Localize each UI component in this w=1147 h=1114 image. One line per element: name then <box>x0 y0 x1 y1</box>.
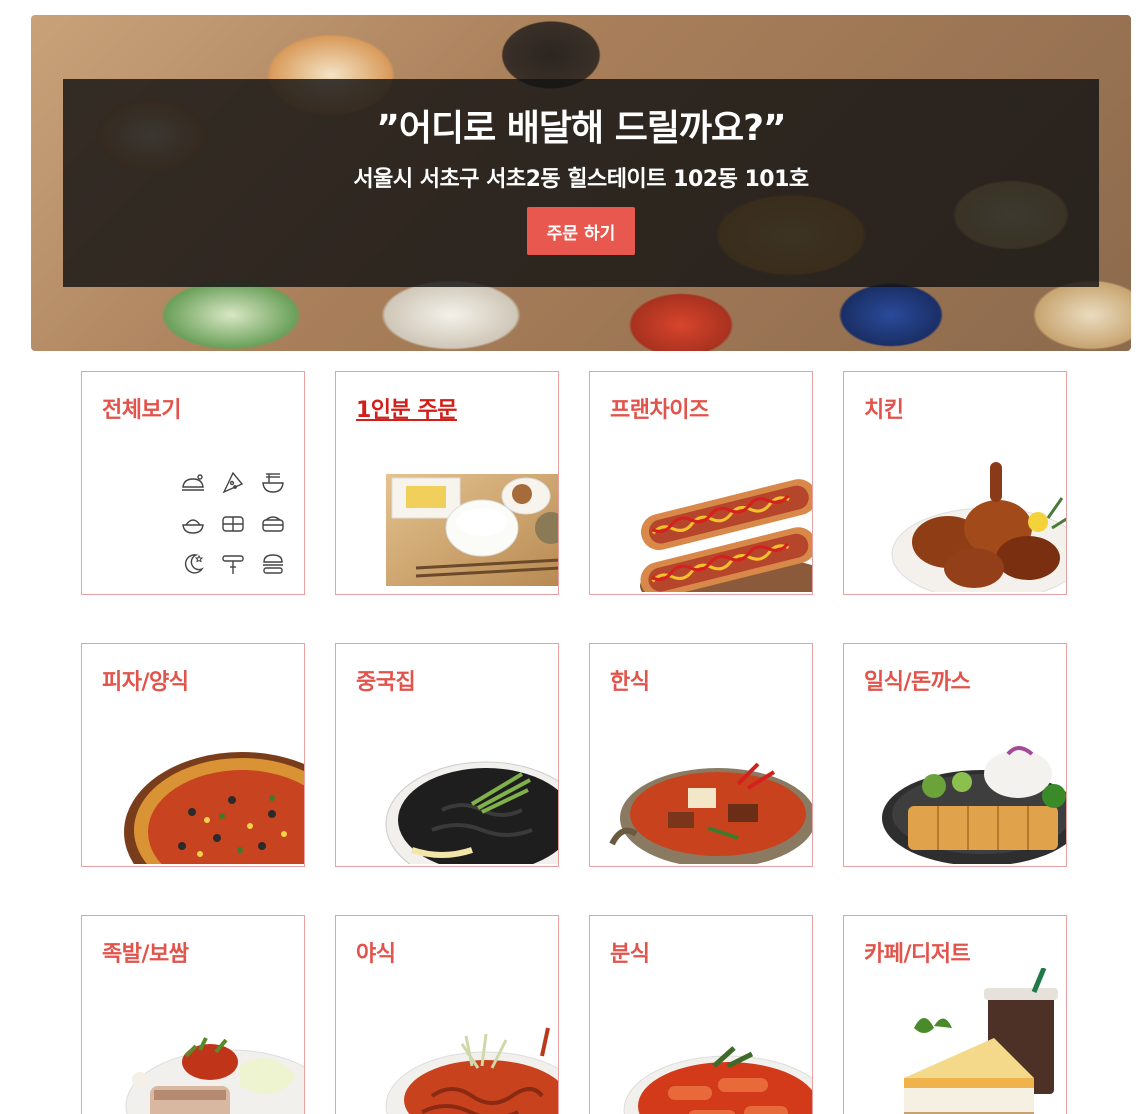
category-card-pizza[interactable]: 피자/양식 <box>81 643 305 867</box>
hero-banner: ”어디로 배달해 드릴까요?” 서울시 서초구 서초2동 힐스테이트 102동 … <box>31 15 1131 351</box>
category-card-korean[interactable]: 한식 <box>589 643 813 867</box>
hero-title: ”어디로 배달해 드릴까요?” <box>376 108 786 149</box>
rice-bowl-icon <box>180 511 206 537</box>
jjajangmyeon-image <box>385 761 558 864</box>
category-card-cafe[interactable]: 카페/디저트 <box>843 915 1067 1114</box>
category-card-snack[interactable]: 분식 <box>589 915 813 1114</box>
hotdog-image <box>640 479 812 592</box>
pizza-image <box>124 752 304 864</box>
category-label: 일식/돈까스 <box>864 670 971 695</box>
category-icon-grid <box>180 470 290 580</box>
bossam-image <box>125 1037 304 1114</box>
category-label: 치킨 <box>864 398 904 423</box>
sushi-icon <box>260 511 286 537</box>
korean-set-meal-image <box>386 474 558 586</box>
category-label: 야식 <box>356 942 396 967</box>
category-card-late-night[interactable]: 야식 <box>335 915 559 1114</box>
hero-overlay: ”어디로 배달해 드릴까요?” 서울시 서초구 서초2동 힐스테이트 102동 … <box>63 79 1099 287</box>
chicken-icon <box>180 470 206 496</box>
lunchbox-icon <box>220 511 246 537</box>
burger-icon <box>260 551 286 577</box>
category-card-single-serving[interactable]: 1인분 주문 <box>335 371 559 595</box>
category-label: 분식 <box>610 942 650 967</box>
category-card-japanese[interactable]: 일식/돈까스 <box>843 643 1067 867</box>
order-button[interactable]: 주문 하기 <box>527 207 635 255</box>
snack-icon <box>220 551 246 577</box>
category-card-bossam[interactable]: 족발/보쌈 <box>81 915 305 1114</box>
category-card-all[interactable]: 전체보기 <box>81 371 305 595</box>
pizza-icon <box>220 470 246 496</box>
stew-image <box>609 762 812 864</box>
category-label: 전체보기 <box>102 398 181 423</box>
night-moon-icon <box>180 551 206 577</box>
category-label: 1인분 주문 <box>356 398 457 423</box>
category-label: 한식 <box>610 670 650 695</box>
noodle-bowl-icon <box>260 470 286 496</box>
category-card-chicken[interactable]: 치킨 <box>843 371 1067 595</box>
category-label: 피자/양식 <box>102 670 189 695</box>
category-card-franchise[interactable]: 프랜차이즈 <box>589 371 813 595</box>
category-label: 카페/디저트 <box>864 942 971 967</box>
fried-chicken-image <box>891 462 1066 592</box>
category-label: 중국집 <box>356 670 416 695</box>
category-card-chinese[interactable]: 중국집 <box>335 643 559 867</box>
spicy-noodles-image <box>385 1027 558 1114</box>
cake-and-coffee-image <box>904 968 1058 1114</box>
tteokbokki-image <box>623 1046 812 1114</box>
tonkatsu-image <box>882 746 1066 864</box>
delivery-address[interactable]: 서울시 서초구 서초2동 힐스테이트 102동 101호 <box>353 161 809 193</box>
category-label: 족발/보쌈 <box>102 942 189 967</box>
category-label: 프랜차이즈 <box>610 398 709 423</box>
category-grid: 전체보기 1인분 주문 프랜차이즈 치킨 피자/양식 중국집 한식 일식/돈까스… <box>81 371 1067 1114</box>
